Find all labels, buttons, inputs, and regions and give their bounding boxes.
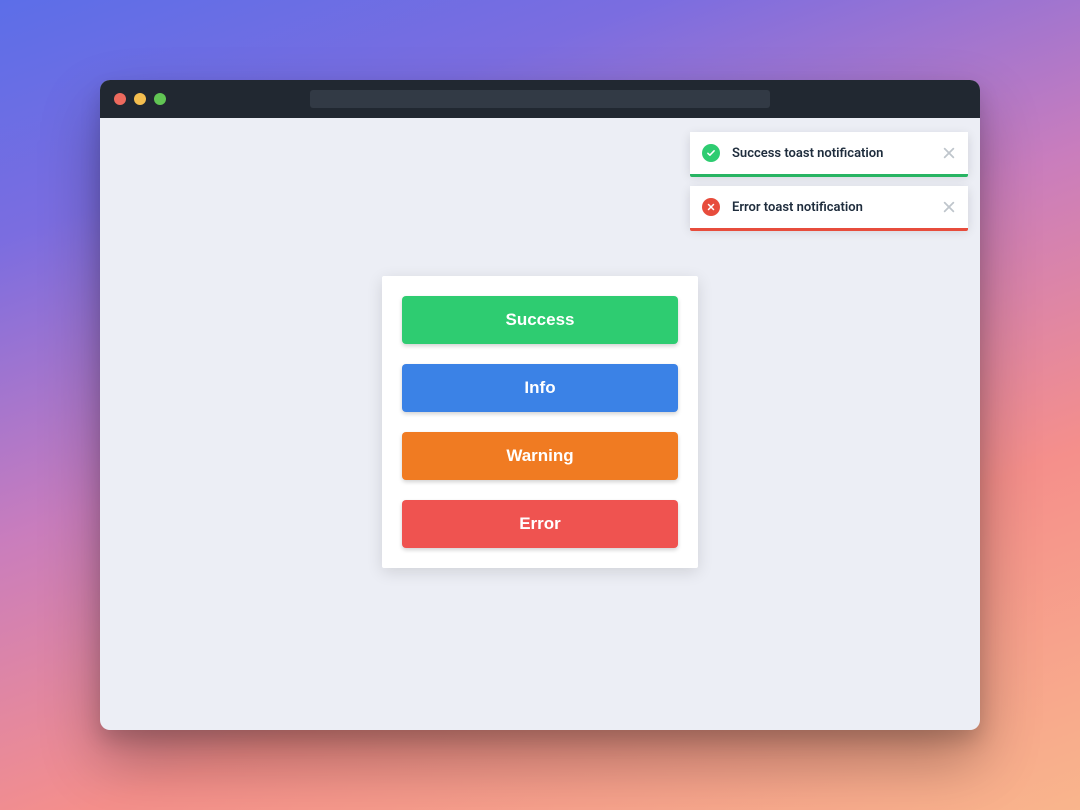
titlebar [100, 80, 980, 118]
x-circle-icon [702, 198, 720, 216]
info-button[interactable]: Info [402, 364, 678, 412]
warning-button[interactable]: Warning [402, 432, 678, 480]
minimize-window-button[interactable] [134, 93, 146, 105]
toast-error: Error toast notification [690, 186, 968, 228]
toast-success-text: Success toast notification [732, 146, 930, 161]
check-circle-icon [702, 144, 720, 162]
toast-container: Success toast notification Error toast n… [690, 132, 968, 228]
close-window-button[interactable] [114, 93, 126, 105]
error-button[interactable]: Error [402, 500, 678, 548]
app-window: Success toast notification Error toast n… [100, 80, 980, 730]
maximize-window-button[interactable] [154, 93, 166, 105]
success-button[interactable]: Success [402, 296, 678, 344]
content-area: Success toast notification Error toast n… [100, 118, 980, 730]
toast-success: Success toast notification [690, 132, 968, 174]
close-icon[interactable] [942, 146, 956, 160]
button-card: Success Info Warning Error [382, 276, 698, 568]
address-bar-placeholder [310, 90, 770, 108]
close-icon[interactable] [942, 200, 956, 214]
toast-error-text: Error toast notification [732, 200, 930, 215]
traffic-lights [114, 93, 166, 105]
